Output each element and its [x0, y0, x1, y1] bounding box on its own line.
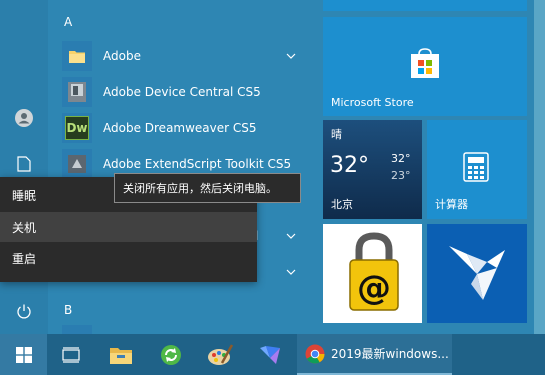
app-icon — [62, 325, 92, 334]
padlock-at-icon: @ — [347, 230, 401, 320]
store-bag-icon — [409, 48, 441, 82]
refresh-app-icon — [161, 344, 181, 365]
app-item-adobe-folder[interactable]: Adobe — [62, 39, 308, 73]
app-item-dreamweaver[interactable]: Dw Adobe Dreamweaver CS5 — [62, 111, 308, 145]
app-item-device-central[interactable]: Adobe Device Central CS5 — [62, 75, 308, 109]
power-item-restart[interactable]: 重启 — [0, 243, 257, 273]
tile-label: Microsoft Store — [331, 96, 414, 109]
bird-app-button[interactable] — [254, 334, 286, 375]
app-item-label: Adobe Device Central CS5 — [103, 85, 261, 99]
dreamweaver-icon-text: Dw — [65, 116, 89, 140]
extendscript-icon — [62, 149, 92, 179]
app-list: A Adobe Adobe Device Central CS5 Dw Adob… — [48, 0, 312, 334]
weather-city: 北京 — [331, 198, 353, 211]
file-explorer-button[interactable] — [106, 334, 136, 375]
power-icon[interactable] — [12, 299, 36, 323]
chrome-window-button[interactable]: 2019最新windows... — [297, 334, 452, 375]
task-view-icon — [62, 346, 80, 363]
bird-app-icon — [260, 345, 280, 364]
origami-bird-icon — [447, 240, 509, 306]
weather-temperature: 32° — [330, 153, 369, 178]
windows-logo-icon — [15, 346, 32, 363]
start-left-rail — [0, 0, 48, 334]
section-letter-b[interactable]: B — [64, 303, 72, 317]
task-view-button[interactable] — [56, 334, 86, 375]
weather-low: 23° — [391, 169, 411, 182]
padlock-at-glyph: @ — [357, 268, 391, 308]
documents-icon[interactable] — [12, 152, 36, 176]
device-central-icon — [62, 77, 92, 107]
chevron-down-icon[interactable] — [284, 229, 298, 243]
paint-app-icon — [208, 343, 233, 365]
chrome-window-label: 2019最新windows... — [331, 347, 449, 361]
shutdown-tooltip: 关闭所有应用，然后关闭电脑。 — [114, 173, 301, 203]
refresh-app-button[interactable] — [156, 334, 186, 375]
weather-high: 32° — [391, 152, 411, 165]
tile-label: 计算器 — [435, 198, 468, 211]
app-item-label: Adobe Dreamweaver CS5 — [103, 121, 257, 135]
start-button[interactable] — [0, 334, 47, 375]
tile-microsoft-store[interactable]: Microsoft Store — [323, 17, 527, 116]
dreamweaver-icon: Dw — [62, 113, 92, 143]
taskbar: 2019最新windows... — [0, 334, 545, 375]
tile-row-top-partial[interactable] — [323, 0, 527, 11]
file-explorer-icon — [110, 347, 132, 364]
power-item-shutdown[interactable]: 关机 — [0, 212, 257, 242]
app-item-label: Adobe ExtendScript Toolkit CS5 — [103, 157, 292, 171]
chevron-down-icon[interactable] — [284, 265, 298, 279]
tile-calculator[interactable]: 计算器 — [427, 120, 527, 219]
chevron-down-icon[interactable] — [284, 49, 298, 63]
section-letter-a[interactable]: A — [64, 15, 72, 29]
folder-icon — [62, 41, 92, 71]
calculator-icon — [463, 152, 489, 186]
tile-keepass[interactable]: @ — [323, 224, 422, 323]
chrome-icon — [305, 344, 325, 363]
tile-weather[interactable]: 晴 32° 32° 23° 北京 — [323, 120, 422, 219]
start-menu: A Adobe Adobe Device Central CS5 Dw Adob… — [0, 0, 534, 334]
tile-origami[interactable] — [427, 224, 527, 323]
weather-condition: 晴 — [331, 128, 342, 141]
app-item-label: Adobe — [103, 49, 141, 63]
paint-app-button[interactable] — [204, 334, 236, 375]
user-avatar-icon[interactable] — [12, 106, 36, 130]
desktop-background — [534, 0, 545, 334]
